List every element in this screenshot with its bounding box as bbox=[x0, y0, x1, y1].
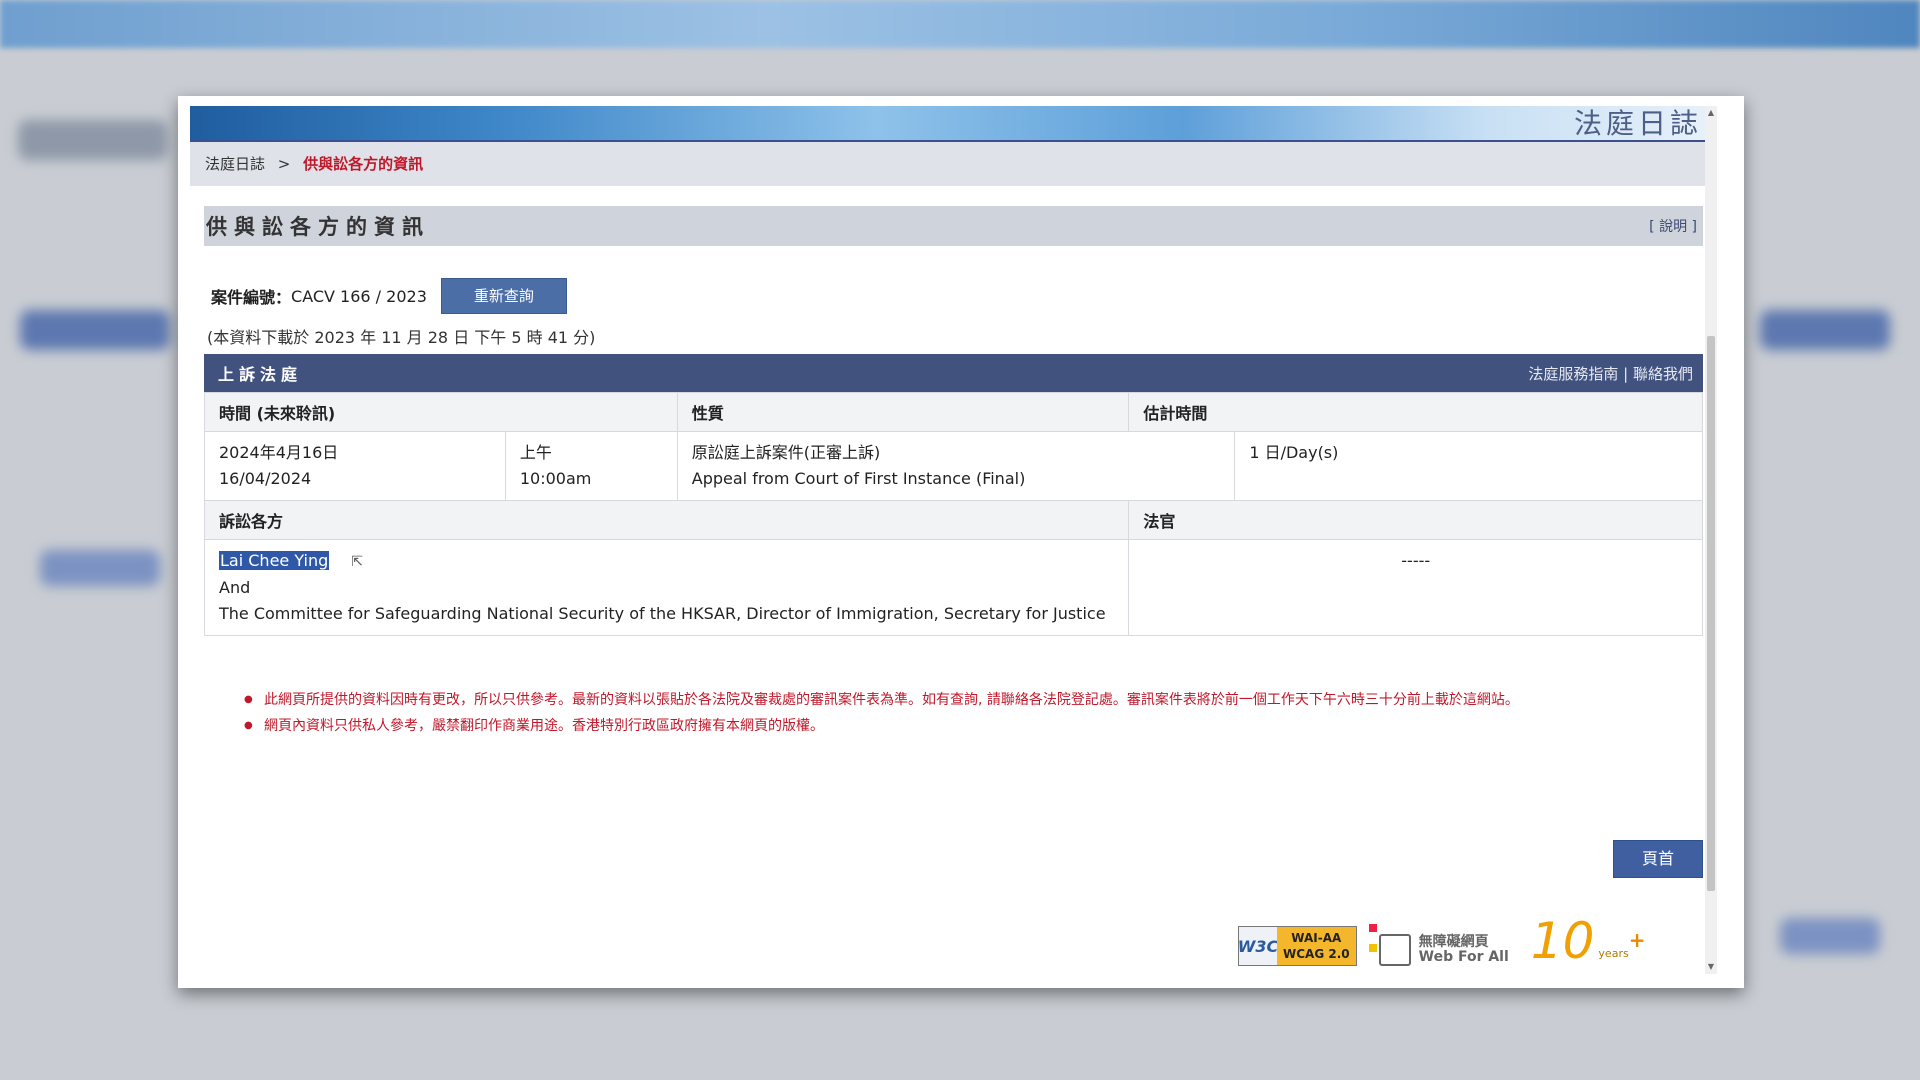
scrollbar-thumb[interactable] bbox=[1707, 336, 1715, 891]
parties-header: 訴訟各方 bbox=[203, 500, 1130, 540]
ten-years-number: 10 bbox=[1530, 912, 1595, 970]
hearing-time-cell: 上午 10:00am bbox=[504, 431, 678, 501]
page-frame: 法庭日誌 法庭日誌 > 供與訟各方的資訊 供與訟各方的資訊 [ 說明 ] 案件編… bbox=[190, 106, 1717, 974]
wcag-badge[interactable]: W3C WAI-AA WCAG 2.0 bbox=[1238, 926, 1357, 966]
parties-header-row: 訴訟各方 法官 bbox=[203, 500, 1703, 540]
ten-years-badge[interactable]: 10 years + bbox=[1531, 916, 1646, 966]
hearing-header-row: 時間 (未來聆訊) 性質 估計時間 bbox=[204, 392, 1703, 432]
ten-years-label: years bbox=[1598, 947, 1629, 960]
breadcrumb-current: 供與訟各方的資訊 bbox=[303, 155, 424, 173]
court-name: 上訴法庭 bbox=[218, 365, 303, 384]
parties-row: Lai Chee Ying ⇱ And The Committee for Saf… bbox=[203, 539, 1703, 636]
web-for-all-badge[interactable]: 無障礙網頁 Web For All bbox=[1368, 924, 1509, 966]
court-header-bar: 上訴法庭 法庭服務指南 | 聯絡我們 bbox=[204, 354, 1703, 392]
case-number-label: 案件編號： bbox=[211, 288, 292, 307]
web-for-all-en: Web For All bbox=[1418, 949, 1509, 965]
site-title: 法庭日誌 bbox=[1573, 107, 1702, 140]
nature-header: 性質 bbox=[676, 392, 1130, 432]
hearing-date-num: 16/04/2024 bbox=[219, 469, 312, 488]
section-title: 供與訟各方的資訊 bbox=[206, 215, 430, 239]
accessibility-badges: W3C WAI-AA WCAG 2.0 無障礙網頁 Web For All 10… bbox=[1238, 916, 1645, 966]
service-guide-link[interactable]: 法庭服務指南 bbox=[1528, 365, 1618, 383]
scroll-up-arrow-icon[interactable]: ▲ bbox=[1705, 108, 1717, 118]
web-for-all-zh: 無障礙網頁 bbox=[1418, 934, 1489, 950]
hearing-time: 10:00am bbox=[519, 469, 592, 488]
case-number-row: 案件編號： CACV 166 / 2023 重新查詢 bbox=[211, 278, 1717, 314]
hearing-date-zh: 2024年4月16日 bbox=[219, 443, 339, 462]
hearing-period: 上午 bbox=[519, 443, 552, 462]
hearing-row: 2024年4月16日 16/04/2024 上午 10:00am 原訟庭上訴案件… bbox=[204, 431, 1703, 501]
court-diary-window: 法庭日誌 法庭日誌 > 供與訟各方的資訊 供與訟各方的資訊 [ 說明 ] 案件編… bbox=[178, 96, 1744, 988]
ten-years-plus: + bbox=[1628, 928, 1646, 952]
background-blur-right-2 bbox=[1780, 918, 1880, 954]
requery-button[interactable]: 重新查詢 bbox=[440, 278, 567, 314]
w3c-logo: W3C bbox=[1238, 927, 1278, 965]
mouse-cursor-icon: ⇱ bbox=[351, 553, 364, 570]
background-blur-left bbox=[18, 120, 168, 160]
links-divider: | bbox=[1623, 364, 1629, 383]
wcag-line2: WCAG 2.0 bbox=[1283, 947, 1350, 961]
hearing-nature-en: Appeal from Court of First Instance (Fin… bbox=[691, 469, 1026, 488]
party-conjunction: And bbox=[219, 577, 251, 597]
download-timestamp: (本資料下載於 2023 年 11 月 28 日 下午 5 時 41 分) bbox=[207, 328, 596, 347]
judge-cell: ----- bbox=[1128, 539, 1703, 636]
judge-header: 法官 bbox=[1128, 500, 1703, 540]
note-item: 網頁內資料只供私人參考，嚴禁翻印作商業用途。香港特別行政區政府擁有本網頁的版權。 bbox=[244, 716, 1684, 736]
back-to-top-button[interactable]: 頁首 bbox=[1613, 840, 1703, 878]
case-number-value: CACV 166 / 2023 bbox=[291, 286, 427, 306]
wcag-level: WAI-AA WCAG 2.0 bbox=[1277, 927, 1356, 965]
hearing-nature-cell: 原訟庭上訴案件(正審上訴) Appeal from Court of First… bbox=[676, 431, 1236, 501]
scroll-down-arrow-icon[interactable]: ▼ bbox=[1705, 962, 1717, 972]
court-links: 法庭服務指南 | 聯絡我們 bbox=[1528, 363, 1693, 384]
parties-cell: Lai Chee Ying ⇱ And The Committee for Saf… bbox=[203, 539, 1130, 636]
section-header: 供與訟各方的資訊 [ 說明 ] bbox=[204, 206, 1703, 246]
judge-value: ----- bbox=[1401, 551, 1431, 570]
breadcrumb-separator: > bbox=[277, 155, 291, 173]
breadcrumb-home-link[interactable]: 法庭日誌 bbox=[205, 155, 265, 173]
background-browser-bar bbox=[0, 0, 1920, 48]
breadcrumb: 法庭日誌 > 供與訟各方的資訊 bbox=[190, 142, 1717, 186]
background-blur-right bbox=[1760, 310, 1890, 350]
disclaimer-notes: 此網頁所提供的資料因時有更改，所以只供參考。最新的資料以張貼於各法院及審裁處的審… bbox=[244, 690, 1684, 736]
estimated-time-header: 估計時間 bbox=[1128, 392, 1703, 432]
party-applicant[interactable]: Lai Chee Ying bbox=[219, 551, 330, 570]
hearing-estimated-cell: 1 日/Day(s) bbox=[1234, 431, 1703, 501]
background-blur-left-3 bbox=[40, 550, 160, 586]
site-banner: 法庭日誌 bbox=[190, 106, 1717, 142]
party-respondents: The Committee for Safeguarding National … bbox=[219, 603, 1106, 623]
background-blur-left-2 bbox=[20, 310, 170, 350]
web-for-all-icon bbox=[1368, 924, 1411, 966]
help-link[interactable]: [ 說明 ] bbox=[1649, 216, 1697, 236]
hearing-nature-zh: 原訟庭上訴案件(正審上訴) bbox=[691, 443, 881, 462]
wcag-line1: WAI-AA bbox=[1291, 931, 1342, 945]
hearing-table: 時間 (未來聆訊) 性質 估計時間 2024年4月16日 16/04/2024 … bbox=[203, 392, 1703, 636]
vertical-scrollbar[interactable]: ▲ ▼ bbox=[1705, 106, 1717, 974]
note-item: 此網頁所提供的資料因時有更改，所以只供參考。最新的資料以張貼於各法院及審裁處的審… bbox=[244, 690, 1684, 710]
web-for-all-text: 無障礙網頁 Web For All bbox=[1419, 935, 1509, 965]
hearing-date-cell: 2024年4月16日 16/04/2024 bbox=[204, 431, 506, 501]
time-header: 時間 (未來聆訊) bbox=[204, 392, 678, 432]
contact-us-link[interactable]: 聯絡我們 bbox=[1633, 365, 1693, 383]
